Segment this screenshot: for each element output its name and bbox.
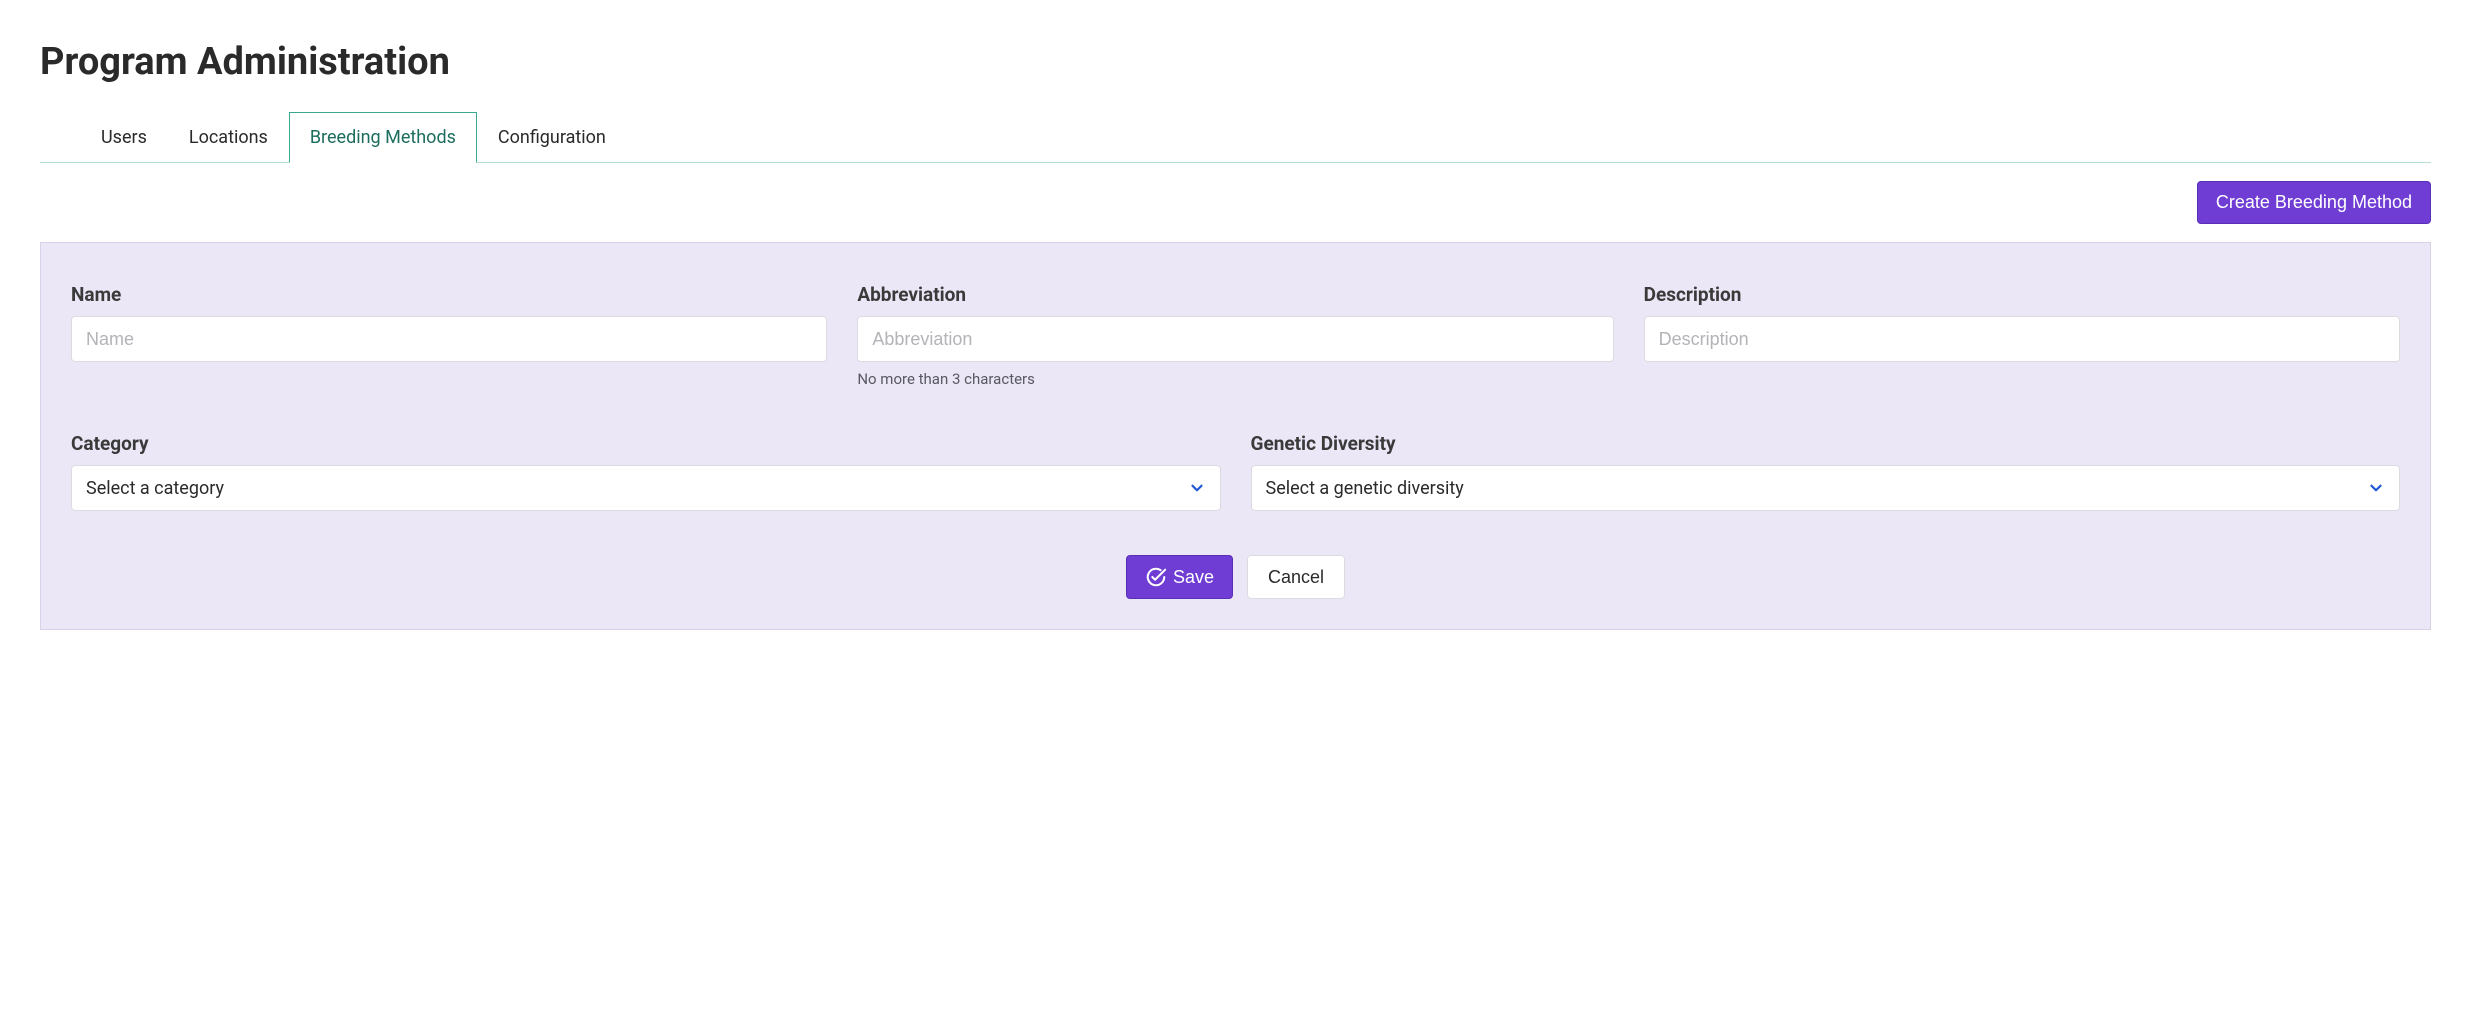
name-input[interactable]: [71, 316, 827, 362]
save-button-label: Save: [1173, 567, 1214, 588]
check-circle-icon: [1145, 566, 1167, 588]
category-selected-value: Select a category: [86, 478, 1188, 499]
abbreviation-help-text: No more than 3 characters: [857, 370, 1613, 388]
create-breeding-method-button[interactable]: Create Breeding Method: [2197, 181, 2431, 224]
tab-bar: Users Locations Breeding Methods Configu…: [40, 112, 2431, 163]
form-row: Category Select a category Genetic Diver…: [71, 432, 2400, 511]
form-button-row: Save Cancel: [71, 555, 2400, 599]
chevron-down-icon: [2367, 479, 2385, 497]
chevron-down-icon: [1188, 479, 1206, 497]
name-field-group: Name: [71, 283, 827, 388]
genetic-diversity-select[interactable]: Select a genetic diversity: [1251, 465, 2401, 511]
form-row: Name Abbreviation No more than 3 charact…: [71, 283, 2400, 388]
abbreviation-input[interactable]: [857, 316, 1613, 362]
abbreviation-label: Abbreviation: [857, 283, 1613, 306]
genetic-diversity-field-group: Genetic Diversity Select a genetic diver…: [1251, 432, 2401, 511]
description-input[interactable]: [1644, 316, 2400, 362]
genetic-diversity-label: Genetic Diversity: [1251, 432, 2401, 455]
abbreviation-field-group: Abbreviation No more than 3 characters: [857, 283, 1613, 388]
description-label: Description: [1644, 283, 2400, 306]
action-bar: Create Breeding Method: [40, 181, 2431, 224]
save-button[interactable]: Save: [1126, 555, 1233, 599]
category-field-group: Category Select a category: [71, 432, 1221, 511]
tab-users[interactable]: Users: [80, 112, 168, 162]
genetic-diversity-selected-value: Select a genetic diversity: [1266, 478, 2368, 499]
tab-breeding-methods[interactable]: Breeding Methods: [289, 112, 477, 163]
breeding-method-form: Name Abbreviation No more than 3 charact…: [40, 242, 2431, 630]
category-label: Category: [71, 432, 1221, 455]
page-title: Program Administration: [40, 40, 2431, 84]
tab-locations[interactable]: Locations: [168, 112, 289, 162]
category-select[interactable]: Select a category: [71, 465, 1221, 511]
description-field-group: Description: [1644, 283, 2400, 388]
tab-configuration[interactable]: Configuration: [477, 112, 627, 162]
name-label: Name: [71, 283, 827, 306]
cancel-button[interactable]: Cancel: [1247, 555, 1345, 599]
